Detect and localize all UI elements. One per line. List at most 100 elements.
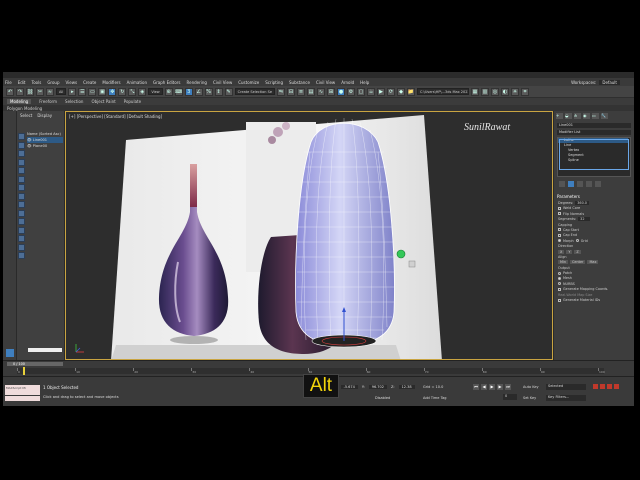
filter-hidden-icon[interactable] (18, 243, 25, 251)
select-move-icon[interactable]: ✥ (108, 87, 117, 96)
angle-snap-icon[interactable]: ∠ (194, 87, 203, 96)
modifier-list-dropdown[interactable]: Modifier List (557, 130, 631, 135)
filter-lights-icon[interactable] (18, 150, 25, 157)
project-path-dropdown[interactable]: C:\Users\HP\...3ds Max 2022 (417, 88, 470, 95)
y-coord-field[interactable]: 96.702 (368, 385, 387, 389)
mesh-radio[interactable] (558, 276, 561, 280)
grid-radio[interactable] (575, 239, 579, 243)
set-key-button[interactable]: Set Key (523, 396, 536, 400)
weld-core-row[interactable]: Weld Core (558, 206, 630, 210)
spinner-snap-icon[interactable]: ⇕ (214, 87, 223, 96)
menu-help[interactable]: Help (360, 80, 369, 85)
align-min-button[interactable]: Min (558, 260, 569, 265)
segments-spinner[interactable]: 32 (578, 217, 591, 222)
workspace-selector[interactable]: Workspaces: Default (571, 79, 620, 85)
orbit-icon[interactable] (607, 384, 612, 389)
snaps-toggle-icon[interactable]: 3 (184, 87, 193, 96)
curve-editor-icon[interactable]: ∿ (317, 87, 326, 96)
filter-bones-icon[interactable] (18, 201, 25, 208)
menu-civil-view-2[interactable]: Civil View (316, 80, 335, 85)
menu-customize[interactable]: Customize (238, 80, 259, 85)
layer-bar[interactable] (28, 348, 62, 352)
remove-modifier-icon[interactable] (586, 181, 592, 187)
view-cube-icon[interactable]: ▥ (481, 87, 490, 96)
placement-icon[interactable]: ◈ (138, 87, 147, 96)
menu-edit[interactable]: Edit (18, 80, 26, 85)
schematic-view-icon[interactable]: ⊞ (327, 87, 336, 96)
cap-end-row[interactable]: Cap End (558, 233, 630, 237)
ribbon-tab-modeling[interactable]: Modeling (7, 99, 32, 104)
pan-icon[interactable] (614, 384, 619, 389)
filter-invert-icon[interactable] (18, 226, 25, 234)
filter-all-icon[interactable] (18, 209, 25, 217)
scene-explorer-icon[interactable]: ▤ (307, 87, 316, 96)
select-object-icon[interactable]: ▸ (68, 87, 77, 96)
menu-create[interactable]: Create (83, 80, 96, 85)
key-selection-dropdown[interactable]: Selected (546, 384, 586, 390)
nurbs-radio[interactable] (558, 282, 561, 286)
output-nurbs-row[interactable]: NURBS (558, 282, 630, 286)
lathe-mesh-object[interactable] (295, 118, 395, 348)
current-frame-marker[interactable] (23, 367, 25, 375)
direction-z-button[interactable]: Z (574, 249, 581, 254)
layer-manager-icon[interactable]: ≡ (297, 87, 306, 96)
current-frame-field[interactable]: 0 (503, 394, 517, 400)
adaptive-degradation[interactable]: Disabled (375, 396, 390, 400)
scene-item-plane[interactable]: 👁 Plane00 (27, 143, 63, 149)
unlink-icon[interactable]: ✂ (36, 87, 44, 96)
menu-group[interactable]: Group (47, 80, 59, 85)
display-tab-icon[interactable]: ▭ (592, 113, 599, 119)
align-icon[interactable]: ⊟ (287, 87, 296, 96)
material-editor-icon[interactable]: ● (337, 87, 346, 96)
lights-icon[interactable]: ☀ (511, 87, 520, 96)
edit-named-selection-icon[interactable]: ✎ (224, 87, 233, 96)
rect-selection-icon[interactable]: ▭ (88, 87, 97, 96)
x-coord-field[interactable]: -5.674 (340, 385, 358, 389)
key-filters-button[interactable]: Key Filters... (546, 395, 586, 401)
output-patch-row[interactable]: Patch (558, 271, 630, 275)
cap-start-row[interactable]: Cap Start (558, 228, 630, 232)
cap-end-checkbox[interactable] (558, 233, 561, 237)
gen-mapping-checkbox[interactable] (558, 287, 561, 291)
degrees-spinner[interactable]: 360.0 (575, 201, 589, 205)
z-coord-field[interactable]: 12.38 (398, 385, 415, 389)
ribbon-sub-polygon-modeling[interactable]: Polygon Modeling (7, 106, 42, 111)
selection-filter-dropdown[interactable]: All (56, 88, 67, 95)
link-icon[interactable]: ⛓ (26, 87, 34, 96)
next-frame-icon[interactable]: ▶ (497, 384, 503, 390)
gen-material-checkbox[interactable] (558, 298, 561, 302)
menu-arnold[interactable]: Arnold (341, 80, 354, 85)
auto-key-button[interactable]: Auto Key (523, 385, 539, 389)
grid-icon[interactable]: ▦ (471, 87, 480, 96)
configure-sets-icon[interactable] (595, 181, 601, 187)
cap-start-checkbox[interactable] (558, 228, 561, 232)
select-by-name-icon[interactable]: ☰ (78, 87, 87, 96)
viewport-layout-icon[interactable] (6, 349, 14, 357)
zoom-all-icon[interactable] (600, 384, 605, 389)
go-to-start-icon[interactable]: ⏮ (473, 384, 479, 390)
select-rotate-icon[interactable]: ↻ (118, 87, 127, 96)
prev-frame-icon[interactable]: ◀ (481, 384, 487, 390)
direction-y-button[interactable]: Y (566, 249, 573, 254)
direction-x-button[interactable]: X (558, 249, 565, 254)
ribbon-tab-freeform[interactable]: Freeform (39, 99, 57, 104)
named-selection-dropdown[interactable]: Create Selection Se (234, 88, 276, 95)
filter-none-icon[interactable] (18, 218, 25, 225)
real-world-row[interactable]: Real-World Map Size (558, 293, 630, 297)
time-slider[interactable]: 0 / 100 (7, 362, 63, 366)
window-crossing-icon[interactable]: ▣ (98, 87, 107, 96)
make-unique-icon[interactable] (577, 181, 583, 187)
rendered-frame-icon[interactable]: ▢ (357, 87, 366, 96)
zoom-icon[interactable] (593, 384, 598, 389)
weld-core-checkbox[interactable] (558, 206, 561, 210)
shading-icon[interactable]: ◐ (501, 87, 510, 96)
motion-tab-icon[interactable]: ◉ (583, 113, 590, 119)
filter-xrefs-icon[interactable] (18, 192, 25, 200)
redo-icon[interactable]: ↷ (16, 87, 24, 96)
filter-config-icon[interactable] (18, 252, 25, 259)
hierarchy-tab-icon[interactable]: ⋔ (574, 113, 581, 119)
align-max-button[interactable]: Max (587, 260, 599, 265)
keyboard-shortcut-icon[interactable]: ⌨ (174, 87, 183, 96)
filter-spacewarps-icon[interactable] (18, 175, 25, 183)
menu-graph-editors[interactable]: Graph Editors (153, 80, 180, 85)
